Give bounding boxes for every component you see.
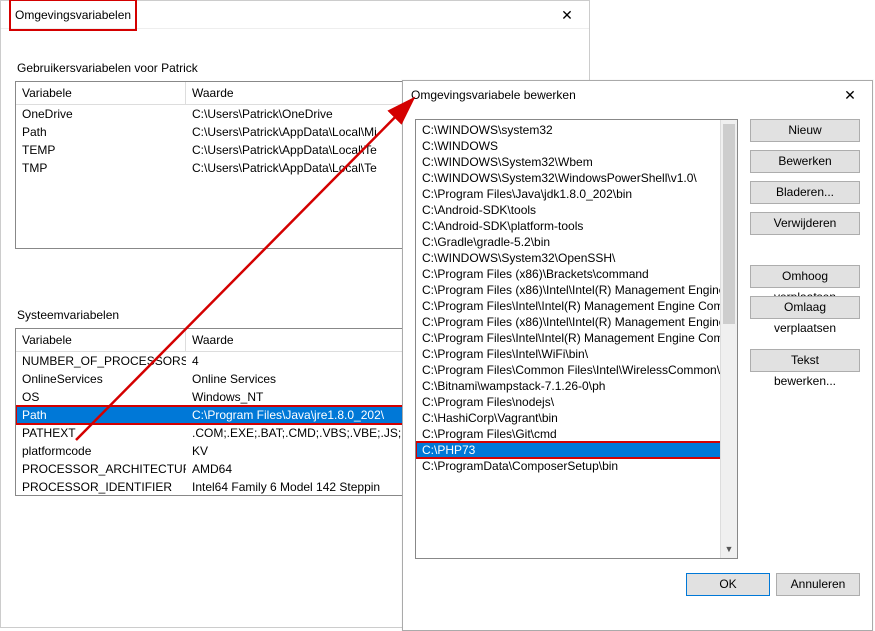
scroll-thumb[interactable] [723, 124, 735, 324]
col-name-header[interactable]: Variabele [16, 329, 186, 351]
scroll-down-icon[interactable]: ▼ [721, 541, 737, 558]
cell-name: OneDrive [16, 105, 186, 123]
list-item[interactable]: C:\WINDOWS\System32\OpenSSH\ [416, 250, 737, 266]
close-icon[interactable]: ✕ [836, 81, 864, 109]
list-item[interactable]: C:\Program Files\nodejs\ [416, 394, 737, 410]
list-item[interactable]: C:\Program Files\Java\jdk1.8.0_202\bin [416, 186, 737, 202]
edit-body: C:\WINDOWS\system32C:\WINDOWSC:\WINDOWS\… [403, 109, 872, 606]
cell-name: platformcode [16, 442, 186, 460]
delete-button[interactable]: Verwijderen [750, 212, 860, 235]
cell-name: PATHEXT [16, 424, 186, 442]
cell-name: Path [16, 123, 186, 141]
col-name-header[interactable]: Variabele [16, 82, 186, 104]
list-item[interactable]: C:\Program Files (x86)\Intel\Intel(R) Ma… [416, 314, 737, 330]
main-title-text: Omgevingsvariabelen [9, 0, 137, 31]
browse-button[interactable]: Bladeren... [750, 181, 860, 204]
user-vars-label: Gebruikersvariabelen voor Patrick [17, 61, 575, 75]
scrollbar-vertical[interactable]: ▲ ▼ [720, 120, 737, 558]
side-buttons: Nieuw Bewerken Bladeren... Verwijderen O… [750, 119, 860, 559]
cell-name: NUMBER_OF_PROCESSORS [16, 352, 186, 370]
move-down-button[interactable]: Omlaag verplaatsen [750, 296, 860, 319]
list-item[interactable]: C:\Program Files\Common Files\Intel\Wire… [416, 362, 737, 378]
list-item[interactable]: C:\Program Files\Intel\Intel(R) Manageme… [416, 298, 737, 314]
list-item[interactable]: C:\WINDOWS\System32\WindowsPowerShell\v1… [416, 170, 737, 186]
list-item[interactable]: C:\WINDOWS [416, 138, 737, 154]
close-icon[interactable]: ✕ [553, 1, 581, 29]
edit-text-button[interactable]: Tekst bewerken... [750, 349, 860, 372]
list-item[interactable]: C:\Program Files (x86)\Brackets\command [416, 266, 737, 282]
edit-titlebar: Omgevingsvariabele bewerken ✕ [403, 81, 872, 109]
cell-name: TMP [16, 159, 186, 177]
edit-button[interactable]: Bewerken [750, 150, 860, 173]
list-item[interactable]: C:\Program Files\Intel\WiFi\bin\ [416, 346, 737, 362]
list-item[interactable]: C:\WINDOWS\system32 [416, 122, 737, 138]
list-item[interactable]: C:\ProgramData\ComposerSetup\bin [416, 458, 737, 474]
list-item[interactable]: C:\WINDOWS\System32\Wbem [416, 154, 737, 170]
cell-name: OS [16, 388, 186, 406]
edit-title-text: Omgevingsvariabele bewerken [411, 81, 576, 109]
list-item[interactable]: C:\HashiCorp\Vagrant\bin [416, 410, 737, 426]
cell-name: PROCESSOR_IDENTIFIER [16, 478, 186, 496]
cell-name: OnlineServices [16, 370, 186, 388]
list-item[interactable]: C:\Android-SDK\tools [416, 202, 737, 218]
edit-env-var-dialog: Omgevingsvariabele bewerken ✕ C:\WINDOWS… [402, 80, 873, 631]
list-item[interactable]: C:\Program Files (x86)\Intel\Intel(R) Ma… [416, 282, 737, 298]
edit-footer: OK Annuleren [415, 573, 860, 596]
list-item[interactable]: C:\Android-SDK\platform-tools [416, 218, 737, 234]
list-item[interactable]: C:\Gradle\gradle-5.2\bin [416, 234, 737, 250]
path-list[interactable]: C:\WINDOWS\system32C:\WINDOWSC:\WINDOWS\… [415, 119, 738, 559]
move-up-button[interactable]: Omhoog verplaatsen [750, 265, 860, 288]
new-button[interactable]: Nieuw [750, 119, 860, 142]
cell-name: Path [16, 406, 186, 424]
cell-name: TEMP [16, 141, 186, 159]
list-item[interactable]: C:\Bitnami\wampstack-7.1.26-0\ph [416, 378, 737, 394]
cell-name: PROCESSOR_ARCHITECTURE [16, 460, 186, 478]
list-item[interactable]: C:\Program Files\Intel\Intel(R) Manageme… [416, 330, 737, 346]
ok-button[interactable]: OK [686, 573, 770, 596]
list-item[interactable]: C:\PHP73 [416, 442, 737, 458]
edit-area: C:\WINDOWS\system32C:\WINDOWSC:\WINDOWS\… [415, 119, 860, 559]
list-item[interactable]: C:\Program Files\Git\cmd [416, 426, 737, 442]
cancel-button[interactable]: Annuleren [776, 573, 860, 596]
main-titlebar: Omgevingsvariabelen ✕ [1, 1, 589, 29]
